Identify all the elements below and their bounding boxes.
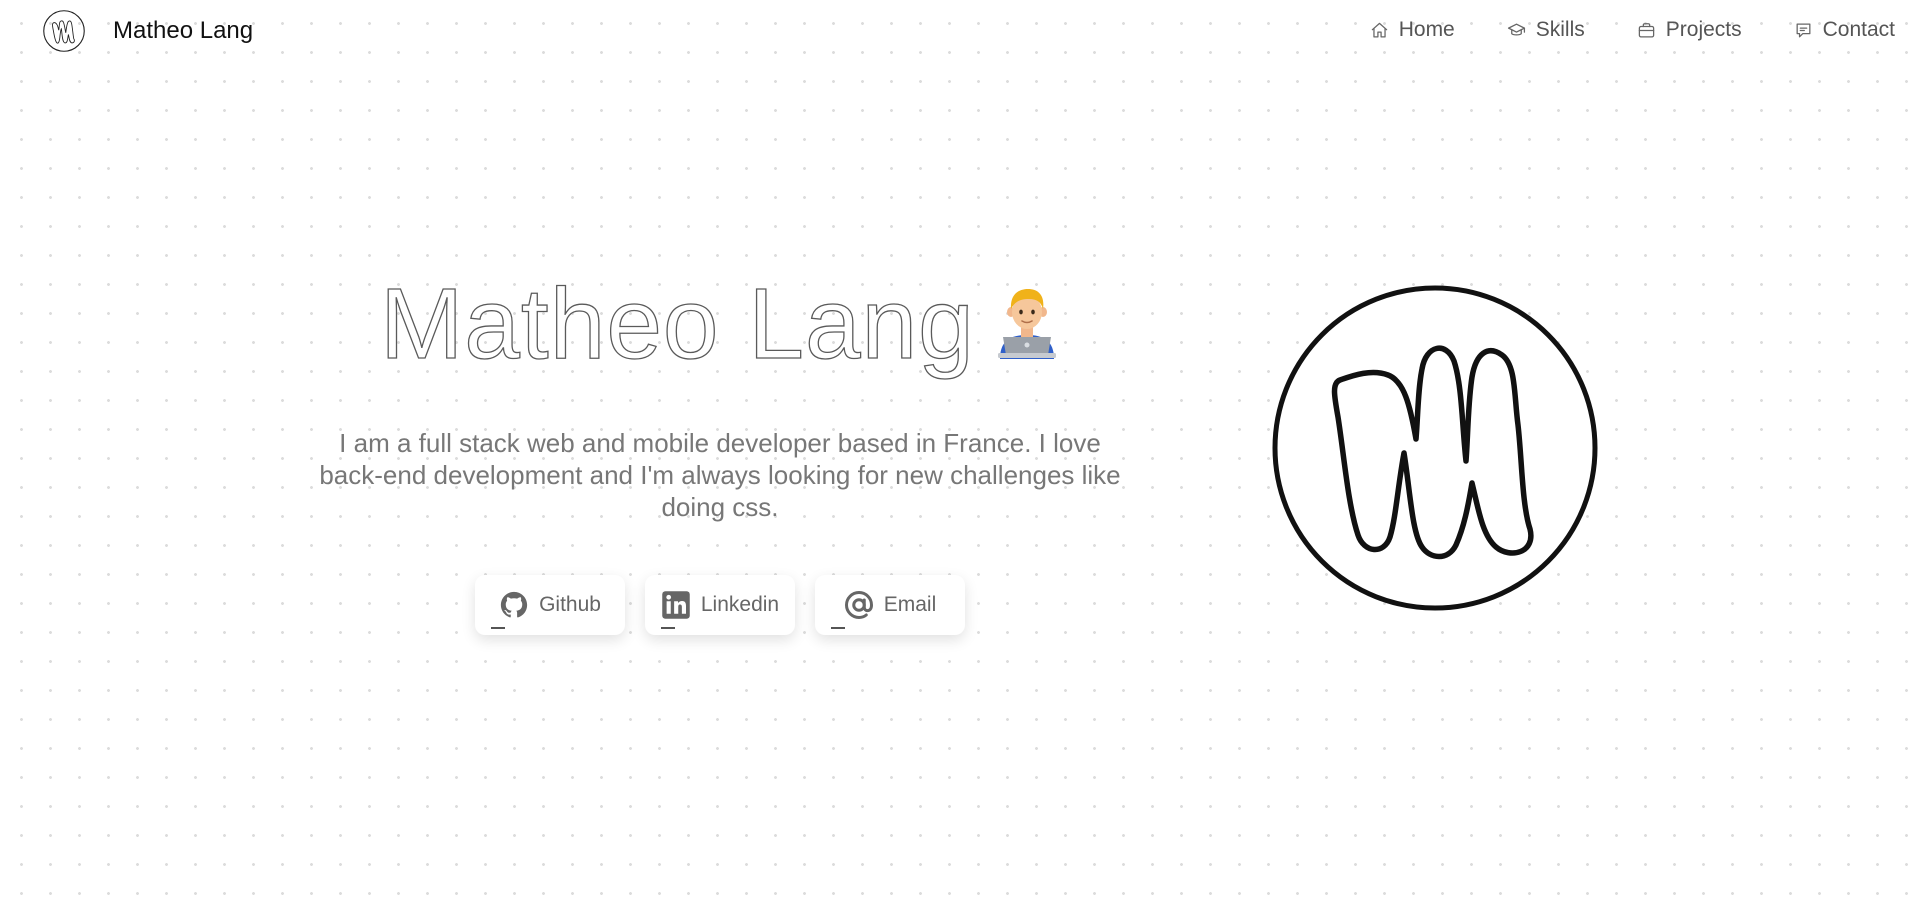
social-links: Github Linkedin Email <box>475 575 985 635</box>
linkedin-icon <box>662 591 690 619</box>
nav-item-label: Contact <box>1822 18 1895 41</box>
hero-title: Matheo Lang <box>379 267 975 380</box>
at-sign-icon <box>844 590 873 620</box>
nav-item-projects[interactable]: Projects <box>1637 18 1742 42</box>
brand-link[interactable]: Matheo Lang <box>42 9 253 53</box>
man-technologist-icon <box>998 289 1056 359</box>
m-monogram-icon <box>43 10 85 52</box>
nav-item-skills[interactable]: Skills <box>1507 18 1585 42</box>
github-label: Github <box>539 593 601 616</box>
m-monogram-logo-icon <box>1272 285 1598 611</box>
graduation-cap-icon <box>1507 23 1525 35</box>
main-nav: Home Skills Projects Contact <box>1318 18 1895 42</box>
nav-item-home[interactable]: Home <box>1370 18 1455 42</box>
email-button[interactable]: Email <box>815 575 965 635</box>
site-header: Matheo Lang Home Skills Projects Contact <box>0 0 1912 62</box>
nav-item-label: Home <box>1398 18 1455 41</box>
focus-underline <box>831 627 845 629</box>
briefcase-icon <box>1638 22 1655 37</box>
linkedin-button[interactable]: Linkedin <box>645 575 795 635</box>
nav-item-label: Projects <box>1665 18 1742 41</box>
focus-underline <box>661 627 675 629</box>
home-icon <box>1371 22 1387 37</box>
focus-underline <box>491 627 505 629</box>
github-icon <box>500 591 528 618</box>
linkedin-label: Linkedin <box>700 593 780 616</box>
hero-description: I am a full stack web and mobile develop… <box>319 428 1121 522</box>
email-label: Email <box>883 593 937 616</box>
github-button[interactable]: Github <box>475 575 625 635</box>
brand-name: Matheo Lang <box>113 17 254 44</box>
chat-icon <box>1796 23 1811 37</box>
nav-item-label: Skills <box>1535 18 1585 41</box>
nav-item-contact[interactable]: Contact <box>1794 18 1895 42</box>
